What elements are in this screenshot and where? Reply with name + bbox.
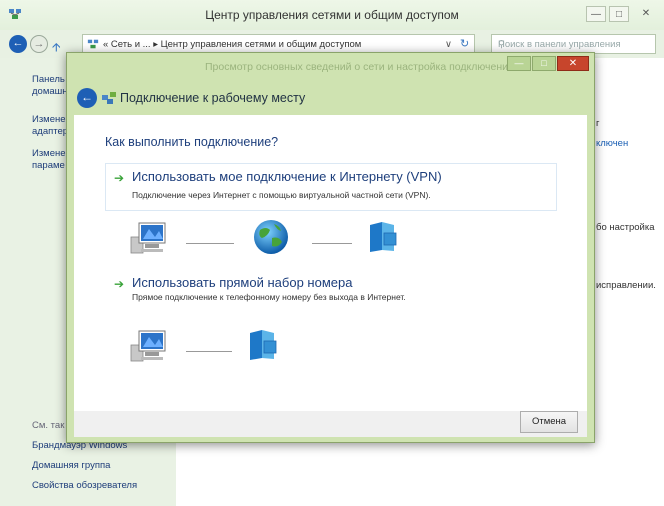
see-also-header: См. так: [32, 420, 65, 431]
connection-line-3: [186, 351, 232, 352]
option-vpn[interactable]: ➔ Использовать мое подключение к Интерне…: [105, 163, 557, 211]
back-button[interactable]: ←: [9, 35, 27, 53]
address-dropdown-icon[interactable]: ∨: [445, 39, 452, 50]
left-link-adapter-settings[interactable]: Измене: [32, 114, 66, 125]
left-link-control-panel[interactable]: Панель: [32, 74, 65, 85]
globe-icon: [254, 220, 288, 254]
dialog-footer: Отмена: [74, 411, 587, 437]
server-icon: [370, 222, 397, 252]
network-icon: [102, 92, 116, 104]
option-dial-description: Прямое подключение к телефонному номеру …: [132, 292, 406, 302]
left-link-adapter-settings-2[interactable]: адаптер: [32, 126, 68, 137]
cancel-button[interactable]: Отмена: [520, 411, 578, 433]
option-dial-title: Использовать прямой набор номера: [132, 275, 353, 290]
dialog-back-button[interactable]: ←: [77, 88, 97, 108]
dialog-title: Подключение к рабочему месту: [120, 91, 306, 105]
computer-icon: [130, 222, 166, 254]
main-partial-text-3: исправлении.: [596, 280, 656, 291]
minimize-button[interactable]: —: [586, 6, 606, 22]
green-arrow-icon: ➔: [114, 277, 125, 291]
search-icon[interactable]: ⚲: [498, 39, 651, 50]
option-vpn-description: Подключение через Интернет с помощью вир…: [132, 190, 431, 200]
dialog-body: Как выполнить подключение? ➔ Использоват…: [74, 115, 587, 411]
up-arrow-icon[interactable]: 🡩: [52, 38, 61, 59]
main-partial-text-2: бо настройка: [596, 222, 655, 233]
option-vpn-title: Использовать мое подключение к Интернету…: [132, 169, 442, 184]
link-homegroup[interactable]: Домашняя группа: [32, 460, 110, 471]
option-dial-up[interactable]: ➔ Использовать прямой набор номера Прямо…: [105, 269, 557, 309]
dialog-header: ← Подключение к рабочему месту: [74, 83, 587, 115]
address-path: « Сеть и ... ▸ Центр управления сетями и…: [103, 39, 362, 50]
left-link-sharing-settings[interactable]: Измене: [32, 148, 66, 159]
maximize-button[interactable]: □: [609, 6, 629, 22]
link-internet-options[interactable]: Свойства обозревателя: [32, 480, 137, 491]
window-titlebar: Центр управления сетями и общим доступом…: [0, 0, 664, 30]
left-link-sharing-settings-2[interactable]: параме: [32, 160, 65, 171]
refresh-icon[interactable]: ↻: [460, 37, 469, 50]
dialog-close-button[interactable]: ✕: [557, 56, 589, 71]
computer-icon: [130, 330, 166, 362]
green-arrow-icon: ➔: [114, 171, 125, 185]
main-partial-text-1: г: [596, 118, 600, 129]
connection-line-2: [312, 243, 352, 244]
connection-question: Как выполнить подключение?: [105, 135, 279, 149]
address-bar[interactable]: « Сеть и ... ▸ Центр управления сетями и…: [82, 34, 475, 54]
connect-to-workplace-dialog: Просмотр основных сведений о сети и наст…: [66, 52, 595, 443]
control-panel-icon: [87, 39, 99, 49]
main-partial-link[interactable]: ключен: [596, 138, 628, 149]
server-icon: [250, 330, 277, 360]
connection-line: [186, 243, 234, 244]
dialog-faded-subtitle: Просмотр основных сведений о сети и наст…: [205, 61, 514, 73]
forward-button[interactable]: →: [30, 35, 48, 53]
dialog-titlebar: Просмотр основных сведений о сети и наст…: [67, 53, 594, 85]
left-link-control-panel-2[interactable]: домашн: [32, 86, 68, 97]
dialog-maximize-button[interactable]: □: [532, 56, 556, 71]
dialog-minimize-button[interactable]: —: [507, 56, 531, 71]
close-button[interactable]: ✕: [636, 6, 656, 22]
window-title: Центр управления сетями и общим доступом: [205, 8, 459, 22]
search-input[interactable]: Поиск в панели управления ⚲: [491, 34, 656, 54]
